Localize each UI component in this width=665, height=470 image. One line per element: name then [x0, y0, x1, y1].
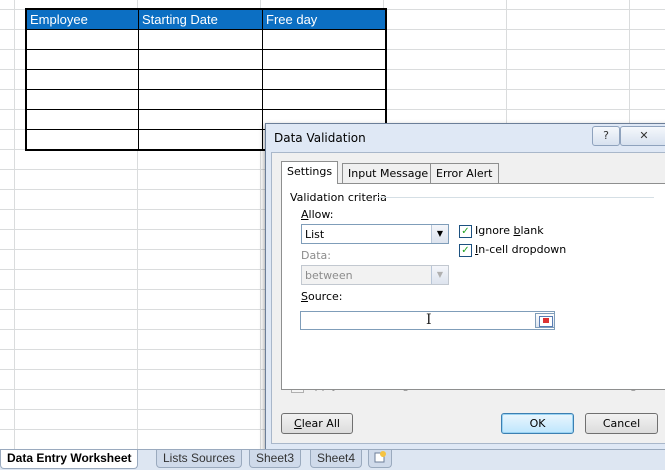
sheet-tab-data-entry[interactable]: Data Entry Worksheet: [0, 450, 139, 469]
chevron-down-icon[interactable]: ▼: [431, 225, 448, 243]
allow-select[interactable]: List ▼: [301, 224, 449, 244]
clear-all-button[interactable]: Clear All: [281, 413, 353, 434]
close-button[interactable]: ✕: [620, 126, 665, 146]
sheet-tabs-bar: Data Entry Worksheet Lists Sources Sheet…: [0, 449, 665, 470]
cancel-button[interactable]: Cancel: [585, 413, 658, 434]
data-validation-dialog: Data Validation ? ✕ Settings Input Messa…: [265, 123, 665, 450]
source-input[interactable]: I: [300, 311, 555, 330]
allow-label: Allow:: [301, 208, 334, 221]
allow-value: List: [305, 228, 325, 241]
cell[interactable]: [25, 69, 139, 90]
header-free-day[interactable]: Free day: [262, 8, 387, 30]
range-selector-icon[interactable]: [535, 313, 555, 328]
table-row: [25, 29, 387, 50]
source-label: Source:: [301, 290, 343, 303]
table-row: [25, 49, 387, 70]
cell[interactable]: [138, 129, 263, 151]
sheet-tab-lists-sources[interactable]: Lists Sources: [156, 450, 243, 468]
cell[interactable]: [25, 109, 139, 130]
sheet-tab-sheet4[interactable]: Sheet4: [310, 450, 363, 468]
ok-button[interactable]: OK: [501, 413, 574, 434]
group-divider: [378, 197, 654, 198]
in-cell-dropdown-label: In-cell dropdown: [475, 243, 567, 256]
in-cell-dropdown-checkbox[interactable]: ✓: [459, 244, 472, 257]
header-employee[interactable]: Employee: [25, 8, 139, 30]
table-row: [25, 69, 387, 90]
text-cursor-icon: I: [426, 312, 432, 328]
ignore-blank-label: Ignore blank: [475, 224, 544, 237]
cell[interactable]: [25, 49, 139, 70]
dialog-client: Settings Input Message Error Alert Valid…: [271, 152, 665, 444]
ignore-blank-checkbox[interactable]: ✓: [459, 225, 472, 238]
tab-input-message[interactable]: Input Message: [342, 163, 435, 183]
dialog-title: Data Validation: [274, 131, 366, 145]
settings-panel: Validation criteria Allow: List ▼ ✓ Igno…: [281, 183, 665, 390]
cell[interactable]: [262, 69, 387, 90]
data-select: between ▼: [301, 265, 449, 285]
cell[interactable]: [138, 29, 263, 50]
cell[interactable]: [138, 49, 263, 70]
chevron-down-icon: ▼: [431, 266, 448, 284]
help-button[interactable]: ?: [592, 126, 620, 146]
cell[interactable]: [25, 89, 139, 110]
cell[interactable]: [25, 29, 139, 50]
cell[interactable]: [262, 49, 387, 70]
header-starting-date[interactable]: Starting Date: [138, 8, 263, 30]
cell[interactable]: [138, 109, 263, 130]
tab-error-alert[interactable]: Error Alert: [430, 163, 499, 183]
cell[interactable]: [262, 89, 387, 110]
cell[interactable]: [138, 69, 263, 90]
table-row: [25, 89, 387, 110]
data-label: Data:: [301, 249, 331, 262]
tab-settings[interactable]: Settings: [281, 161, 339, 184]
data-value: between: [305, 269, 353, 282]
sheet-tab-sheet3[interactable]: Sheet3: [249, 450, 302, 468]
insert-sheet-icon[interactable]: [368, 450, 392, 468]
cell[interactable]: [138, 89, 263, 110]
cell[interactable]: [262, 29, 387, 50]
cell[interactable]: [25, 129, 139, 151]
validation-criteria-label: Validation criteria: [290, 191, 387, 204]
dialog-titlebar[interactable]: Data Validation ? ✕: [266, 124, 665, 152]
